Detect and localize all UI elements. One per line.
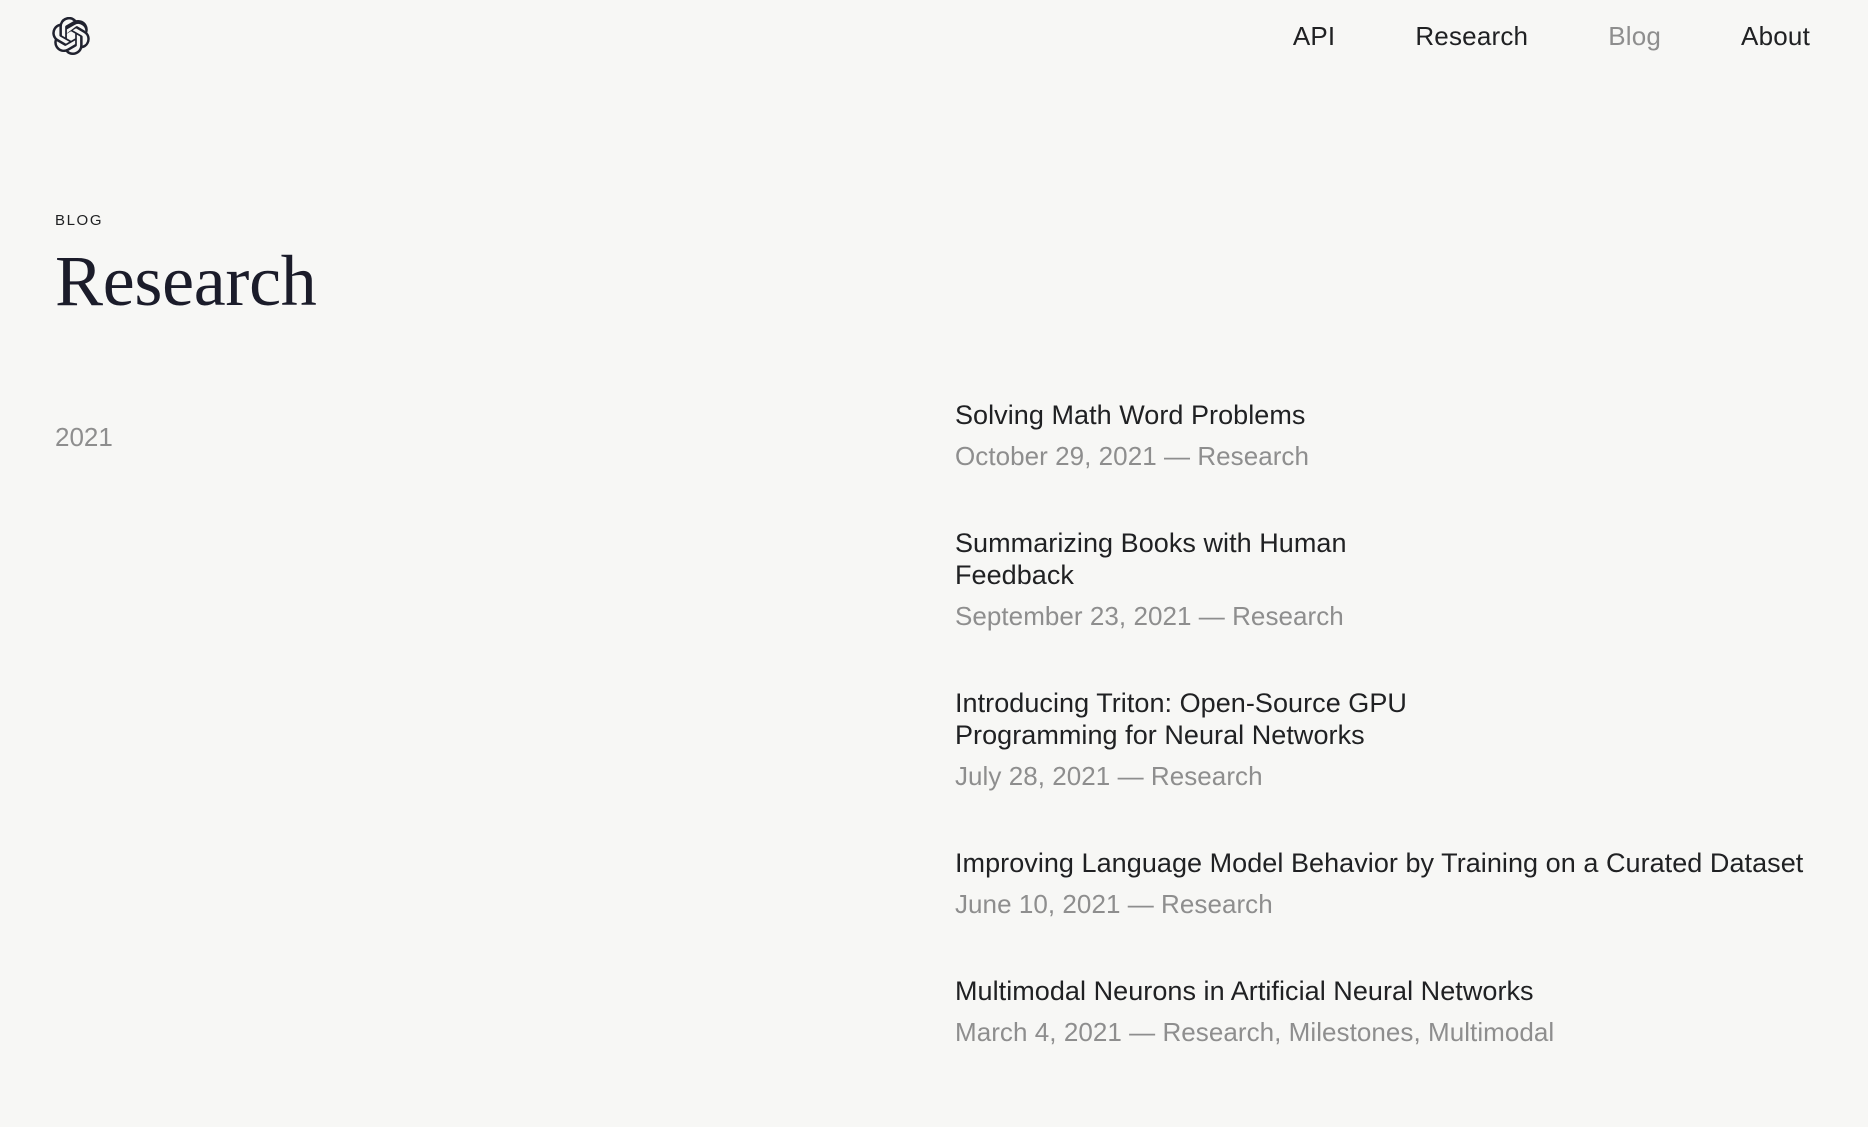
post-meta: October 29, 2021 — Research [955, 440, 1309, 471]
nav-item-blog[interactable]: Blog [1608, 23, 1661, 49]
nav-item-about[interactable]: About [1741, 23, 1810, 49]
archive-list: 2021 Solving Math Word Problems October … [0, 400, 1868, 1048]
post-title: Solving Math Word Problems [955, 400, 1306, 430]
post-title: Improving Language Model Behavior by Tra… [955, 847, 1804, 878]
post-meta: July 28, 2021 — Research [955, 760, 1263, 791]
main-navigation: API Research Blog About [1293, 0, 1810, 72]
post-item[interactable]: Multimodal Neurons in Artificial Neural … [955, 976, 1828, 1048]
post-title: Multimodal Neurons in Artificial Neural … [955, 975, 1534, 1006]
post-item[interactable]: Summarizing Books with Human Feedback Se… [955, 528, 1828, 632]
post-item[interactable]: Introducing Triton: Open-Source GPU Prog… [955, 688, 1828, 792]
breadcrumb-eyebrow: BLOG [55, 212, 104, 229]
page-title: Research [55, 241, 317, 321]
openai-logo-icon [52, 17, 90, 55]
year-label-2021: 2021 [55, 422, 113, 452]
post-meta: September 23, 2021 — Research [955, 600, 1344, 631]
post-item[interactable]: Solving Math Word Problems October 29, 2… [955, 400, 1828, 472]
post-meta: March 4, 2021 — Research, Milestones, Mu… [955, 1016, 1555, 1047]
posts-column: Solving Math Word Problems October 29, 2… [955, 400, 1868, 1048]
post-meta: June 10, 2021 — Research [955, 888, 1273, 919]
post-title: Summarizing Books with Human Feedback [955, 528, 1347, 590]
openai-logo-link[interactable] [52, 17, 90, 55]
nav-item-api[interactable]: API [1293, 23, 1336, 49]
site-header: API Research Blog About [0, 0, 1868, 72]
post-item[interactable]: Improving Language Model Behavior by Tra… [955, 848, 1828, 920]
nav-item-research[interactable]: Research [1415, 23, 1528, 49]
post-title: Introducing Triton: Open-Source GPU Prog… [955, 687, 1407, 750]
page-header: BLOG Research [55, 213, 755, 317]
year-column: 2021 [0, 400, 955, 1048]
